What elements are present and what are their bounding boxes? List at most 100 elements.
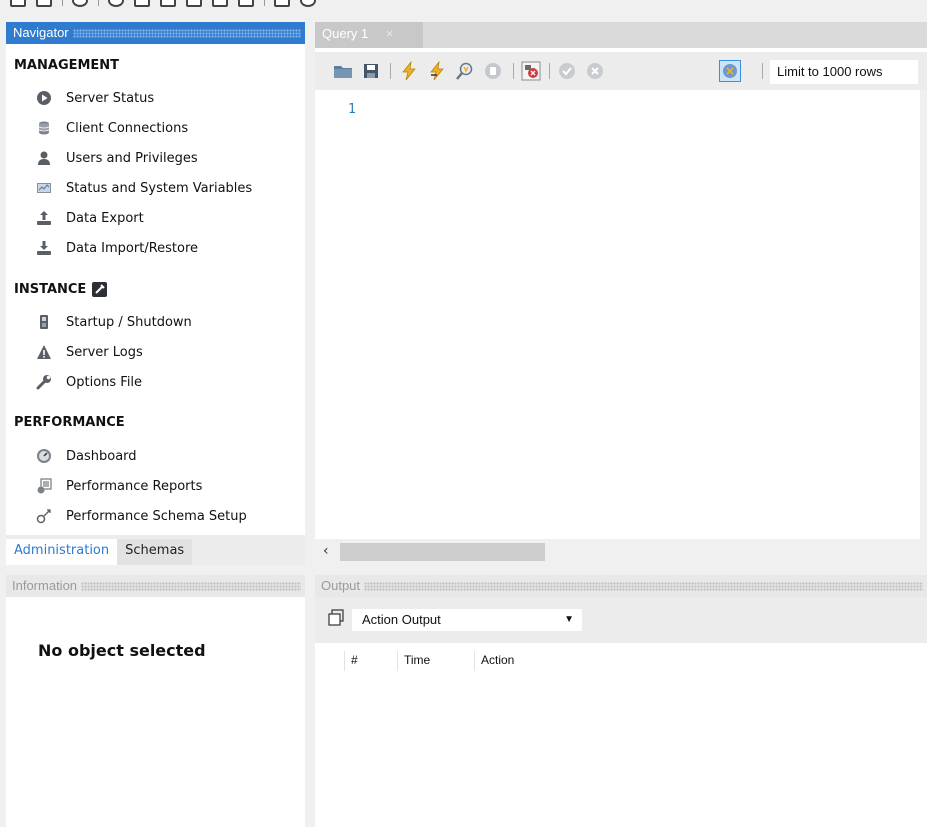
stop-on-error-icon[interactable] [521,61,541,81]
column-header-action[interactable]: Action [474,651,674,671]
table-icon[interactable] [134,0,150,7]
nav-item-label: Performance Schema Setup [66,508,247,524]
function-icon[interactable] [212,0,228,7]
save-icon[interactable] [361,61,381,81]
information-header: Information [6,575,305,597]
column-header-number[interactable]: # [344,651,396,671]
column-header-time[interactable]: Time [397,651,473,671]
header-grip [72,28,301,38]
nav-options-file[interactable]: Options File [36,372,142,392]
db-icon[interactable] [72,0,88,7]
navigator-tabs: Administration Schemas [6,535,305,565]
nav-data-export[interactable]: Data Export [36,208,144,228]
scroll-thumb[interactable] [340,543,545,561]
nav-item-label: Client Connections [66,120,189,136]
nav-performance-schema-setup[interactable]: Performance Schema Setup [36,506,247,526]
procedure-icon[interactable] [186,0,202,7]
navigator-panel: Navigator MANAGEMENT Server Status Clien… [6,22,305,565]
explain-icon[interactable] [455,61,475,81]
output-type-select[interactable]: Action Output ▼ [352,609,582,631]
warning-icon [36,344,52,360]
output-title: Output [321,578,361,593]
toolbar-separator [549,63,550,79]
nav-item-label: Users and Privileges [66,150,198,166]
close-icon[interactable]: × [386,26,394,41]
nav-startup-shutdown[interactable]: Startup / Shutdown [36,312,192,332]
nav-item-label: Server Logs [66,344,143,360]
schema-icon[interactable] [108,0,124,7]
schema-setup-icon [36,508,52,524]
header-grip [364,581,923,591]
power-switch-icon [36,314,52,330]
chevron-down-icon: ▼ [564,614,574,625]
nav-performance-reports[interactable]: Performance Reports [36,476,202,496]
nav-item-label: Data Export [66,210,144,226]
nav-item-label: Startup / Shutdown [66,314,192,330]
output-panel: Output Action Output ▼ # Time Action [315,575,927,827]
open-folder-icon[interactable] [333,61,353,81]
horizontal-scrollbar[interactable]: ‹ [315,539,920,565]
copy-icon[interactable] [327,609,345,627]
autocommit-toggle-icon[interactable] [719,60,741,82]
import-icon [36,240,52,256]
rollback-icon[interactable] [585,61,605,81]
toolbar-separator [390,63,391,79]
toolbar-separator [762,63,763,79]
play-circle-icon [36,90,52,106]
instance-settings-icon[interactable] [92,282,108,297]
nav-server-status[interactable]: Server Status [36,88,154,108]
scroll-left-icon[interactable]: ‹ [323,543,329,559]
nav-item-label: Server Status [66,90,155,106]
header-grip [81,581,301,591]
section-management: MANAGEMENT [14,58,120,73]
query-tab-label: Query 1 [322,26,369,41]
output-selected-value: Action Output [362,612,441,627]
nav-data-import-restore[interactable]: Data Import/Restore [36,238,198,258]
nav-item-label: Options File [66,374,143,390]
nav-item-label: Dashboard [66,448,137,464]
nav-client-connections[interactable]: Client Connections [36,118,188,138]
nav-users-privileges[interactable]: Users and Privileges [36,148,198,168]
navigator-title: Navigator [13,25,69,40]
output-toolbar: Action Output ▼ [315,597,927,643]
output-table-header: # Time Action [315,645,927,673]
execute-current-icon[interactable] [427,61,447,81]
tab-administration[interactable]: Administration [6,539,118,565]
new-connection-icon[interactable] [10,0,26,7]
section-performance: PERFORMANCE [14,415,125,430]
export-icon [36,210,52,226]
toolbar-separator [264,0,265,6]
tab-schemas[interactable]: Schemas [117,539,193,565]
execute-icon[interactable] [399,61,419,81]
section-instance: INSTANCE [14,282,108,297]
search-table-icon[interactable] [238,0,254,7]
toolbar-separator [513,63,514,79]
information-title: Information [12,578,78,593]
limit-rows-select[interactable]: Limit to 1000 rows [770,60,918,84]
user-icon [36,150,52,166]
toolbar-separator [98,0,99,6]
navigator-header: Navigator [6,22,305,44]
open-sql-icon[interactable] [36,0,52,7]
nav-item-label: Data Import/Restore [66,240,199,256]
wrench-icon [36,374,52,390]
vertical-scrollbar[interactable] [920,90,927,565]
main-toolbar [0,0,927,18]
query-editor-panel: Query 1 × Limit to 1000 rows 1 ‹ [315,22,927,565]
information-message: No object selected [38,641,206,660]
view-icon[interactable] [160,0,176,7]
reconnect-icon[interactable] [300,0,316,7]
commit-icon[interactable] [557,61,577,81]
toolbar-separator [62,0,63,6]
tab-query-1[interactable]: Query 1 × [315,22,423,48]
nav-status-system-variables[interactable]: Status and System Variables [36,178,252,198]
nav-dashboard[interactable]: Dashboard [36,446,137,466]
stop-icon[interactable] [483,61,503,81]
monitor-chart-icon [36,180,52,196]
query-tab-strip: Query 1 × [315,22,927,48]
information-panel: Information No object selected [6,575,305,827]
find-icon[interactable] [274,0,290,7]
database-icon [36,120,52,136]
nav-server-logs[interactable]: Server Logs [36,342,143,362]
sql-editor[interactable]: 1 [315,94,920,539]
